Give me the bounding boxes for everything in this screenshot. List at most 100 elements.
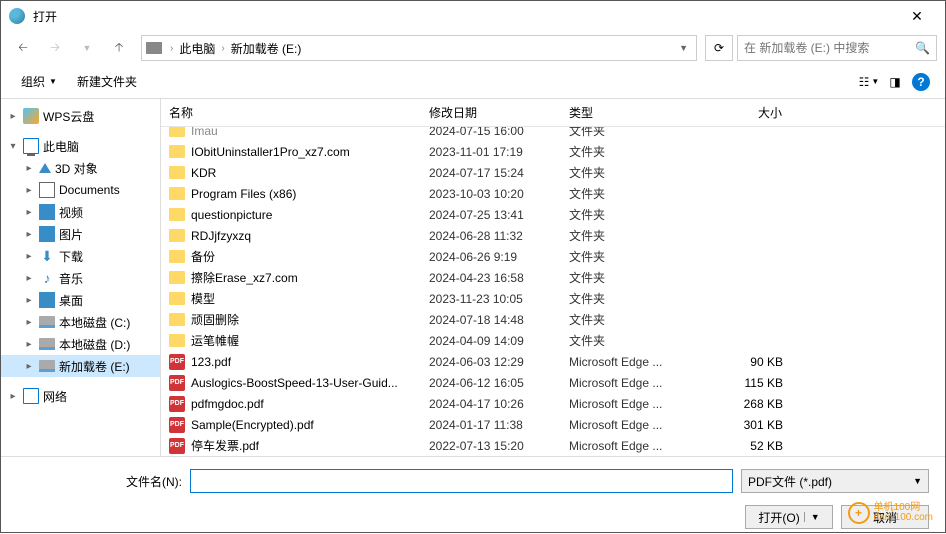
file-type: 文件夹 [561,311,691,328]
tree-toggle-icon[interactable]: ▸ [23,251,35,262]
dialog-title: 打开 [33,8,897,25]
tree-label: 新加载卷 (E:) [59,358,130,375]
tree-toggle-icon[interactable]: ▸ [23,273,35,284]
file-row[interactable]: PDF停车发票.pdf2022-07-13 15:20Microsoft Edg… [161,435,945,456]
tree-item-net[interactable]: ▸网络 [1,385,160,407]
tree-label: 桌面 [59,292,83,309]
folder-icon [169,127,185,137]
filename-input[interactable] [190,469,733,493]
file-row[interactable]: 擦除Erase_xz7.com2024-04-23 16:58文件夹 [161,267,945,288]
back-button[interactable]: 🡠 [9,34,37,62]
file-name: 运笔帷幄 [191,332,239,349]
file-row[interactable]: IObitUninstaller1Pro_xz7.com2023-11-01 1… [161,141,945,162]
tree-toggle-icon[interactable]: ▸ [7,391,19,402]
file-type: 文件夹 [561,127,691,139]
file-name: Auslogics-BoostSpeed-13-User-Guid... [191,376,398,390]
column-header-type[interactable]: 类型 [561,99,691,126]
tree-toggle-icon[interactable]: ▸ [23,361,35,372]
file-type: 文件夹 [561,206,691,223]
file-row[interactable]: 顽固删除2024-07-18 14:48文件夹 [161,309,945,330]
tree-toggle-icon[interactable]: ▸ [23,317,35,328]
tree-item-music[interactable]: ▸♪音乐 [1,267,160,289]
tree-toggle-icon[interactable]: ▸ [23,295,35,306]
address-bar[interactable]: › 此电脑 › 新加载卷 (E:) ▼ [141,35,697,61]
doc-icon [39,182,55,198]
column-header-size[interactable]: 大小 [691,99,791,126]
file-row[interactable]: PDF123.pdf2024-06-03 12:29Microsoft Edge… [161,351,945,372]
file-row[interactable]: PDFpdfmgdoc.pdf2024-04-17 10:26Microsoft… [161,393,945,414]
tree-item-pic[interactable]: ▸图片 [1,223,160,245]
file-row[interactable]: PDFSample(Encrypted).pdf2024-01-17 11:38… [161,414,945,435]
file-row[interactable]: 备份2024-06-26 9:19文件夹 [161,246,945,267]
file-row[interactable]: Program Files (x86)2023-10-03 10:20文件夹 [161,183,945,204]
view-options-button[interactable]: ☷▼ [857,70,881,94]
file-row[interactable]: Imau2024-07-15 16:00文件夹 [161,127,945,141]
file-date: 2024-06-26 9:19 [421,250,561,264]
search-input[interactable] [744,41,915,55]
tree-toggle-icon[interactable]: ▸ [7,111,19,122]
tree-toggle-icon[interactable]: ▸ [23,229,35,240]
file-row[interactable]: 模型2023-11-23 10:05文件夹 [161,288,945,309]
tree-item-desk[interactable]: ▸ 桌面 [1,289,160,311]
open-button[interactable]: 打开(O)▼ [745,505,833,529]
tree-label: 此电脑 [43,138,79,155]
tree-item-3d[interactable]: ▸3D 对象 [1,157,160,179]
tree-item-doc[interactable]: ▸Documents [1,179,160,201]
file-date: 2024-07-15 16:00 [421,127,561,138]
file-size: 268 KB [691,397,791,411]
file-date: 2024-06-28 11:32 [421,229,561,243]
file-name: 顽固删除 [191,311,239,328]
tree-item-pc[interactable]: ▾ 此电脑 [1,135,160,157]
file-size: 90 KB [691,355,791,369]
folder-icon [169,229,185,242]
organize-button[interactable]: 组织▼ [13,69,65,94]
folder-icon [169,166,185,179]
cancel-button[interactable]: 取消 [841,505,929,529]
file-row[interactable]: questionpicture2024-07-25 13:41文件夹 [161,204,945,225]
file-date: 2023-11-01 17:19 [421,145,561,159]
help-button[interactable]: ? [909,70,933,94]
tree-toggle-icon[interactable]: ▸ [23,207,35,218]
recent-dropdown[interactable]: ▼ [73,34,101,62]
tree-item-dl[interactable]: ▸⬇下载 [1,245,160,267]
tree-item-disk[interactable]: ▸本地磁盘 (C:) [1,311,160,333]
preview-pane-button[interactable]: ◨ [883,70,907,94]
forward-button[interactable]: 🡢 [41,34,69,62]
file-date: 2024-04-23 16:58 [421,271,561,285]
file-date: 2024-04-17 10:26 [421,397,561,411]
file-type: 文件夹 [561,143,691,160]
refresh-button[interactable]: ⟳ [705,35,733,61]
breadcrumb-item[interactable]: 此电脑 [175,40,219,57]
file-date: 2023-11-23 10:05 [421,292,561,306]
file-date: 2024-07-25 13:41 [421,208,561,222]
search-box[interactable]: 🔍 [737,35,937,61]
filetype-filter[interactable]: PDF文件 (*.pdf)▼ [741,469,929,493]
up-button[interactable]: 🡡 [105,34,133,62]
navigation-tree: ▸WPS云盘▾此电脑▸3D 对象▸Documents▸视频▸图片▸⬇下载▸♪音乐… [1,99,161,456]
column-header-name[interactable]: 名称 [161,99,421,126]
tree-item-disk[interactable]: ▸本地磁盘 (D:) [1,333,160,355]
file-row[interactable]: RDJjfzyxzq2024-06-28 11:32文件夹 [161,225,945,246]
search-icon[interactable]: 🔍 [915,41,930,55]
pc-icon [23,138,39,154]
music-icon: ♪ [39,270,55,286]
folder-icon [169,292,185,305]
tree-item-wps[interactable]: ▸WPS云盘 [1,105,160,127]
tree-toggle-icon[interactable]: ▸ [23,339,35,350]
vid-icon [39,204,55,220]
file-date: 2024-06-03 12:29 [421,355,561,369]
file-row[interactable]: KDR2024-07-17 15:24文件夹 [161,162,945,183]
new-folder-button[interactable]: 新建文件夹 [69,69,145,94]
file-row[interactable]: PDFAuslogics-BoostSpeed-13-User-Guid...2… [161,372,945,393]
tree-toggle-icon[interactable]: ▸ [23,163,35,174]
address-dropdown-icon[interactable]: ▼ [675,43,692,53]
column-header-date[interactable]: 修改日期 [421,99,561,126]
tree-item-disk[interactable]: ▸ 新加载卷 (E:) [1,355,160,377]
file-row[interactable]: 运笔帷幄2024-04-09 14:09文件夹 [161,330,945,351]
tree-item-vid[interactable]: ▸视频 [1,201,160,223]
tree-toggle-icon[interactable]: ▾ [7,141,19,152]
breadcrumb-item[interactable]: 新加载卷 (E:) [227,40,306,57]
folder-icon [169,208,185,221]
close-button[interactable]: ✕ [897,2,937,30]
tree-toggle-icon[interactable]: ▸ [23,185,35,196]
